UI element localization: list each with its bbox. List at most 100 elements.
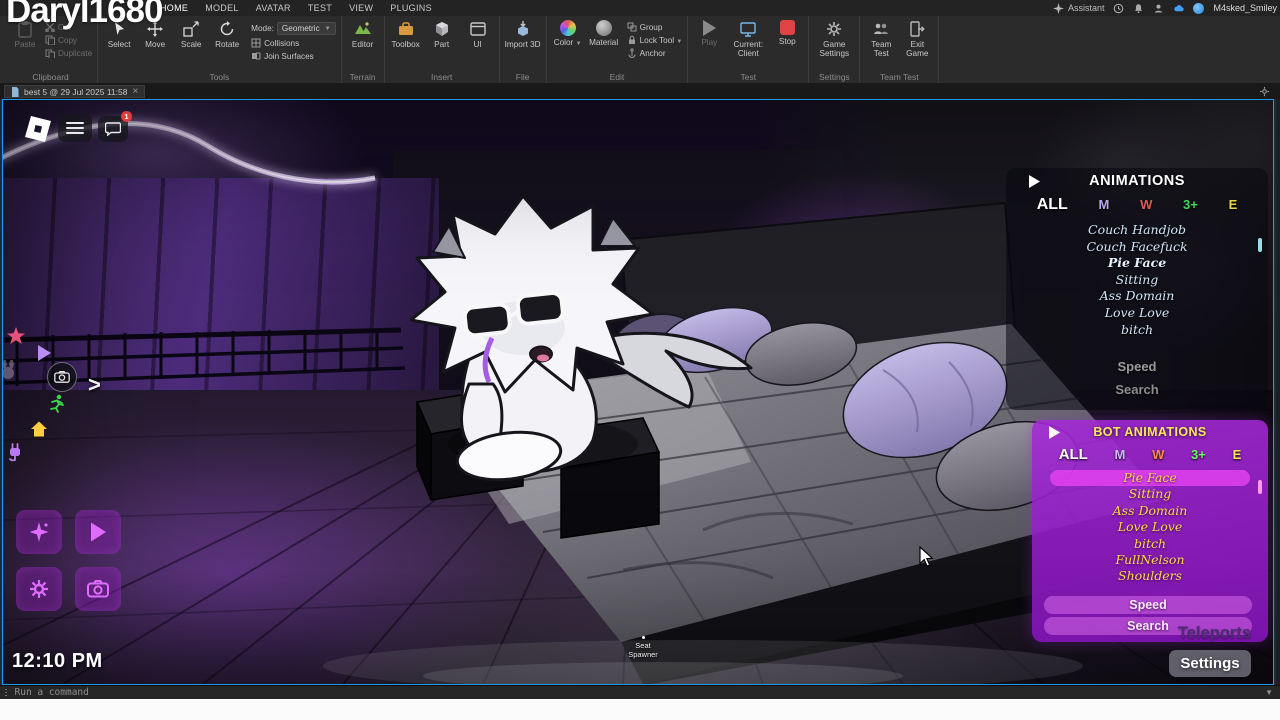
panel-play-icon[interactable] (1028, 174, 1041, 189)
account-avatar[interactable] (1193, 3, 1204, 14)
filter-all[interactable]: ALL (1059, 446, 1088, 463)
filter-e[interactable]: E (1233, 447, 1242, 462)
duplicate-button[interactable]: Duplicate (45, 48, 92, 58)
stop-button[interactable]: Stop (771, 20, 803, 46)
import-3d-button[interactable]: Import 3D (505, 20, 541, 49)
drag-handle-icon[interactable] (5, 689, 7, 697)
collisions-toggle[interactable]: Collisions (251, 38, 335, 48)
group-caption: Team Test (860, 72, 938, 82)
pet-icon[interactable] (2, 360, 16, 380)
assistant-button[interactable]: Assistant (1053, 3, 1105, 14)
select-tool-button[interactable]: Select (103, 20, 135, 49)
animation-item[interactable]: Couch Handjob (1006, 222, 1268, 239)
animation-item[interactable]: Couch Facefuck (1006, 239, 1268, 256)
terrain-editor-button[interactable]: Editor (347, 20, 379, 49)
document-tab[interactable]: best 5 @ 29 Jul 2025 11:58 × (4, 85, 145, 98)
part-button[interactable]: Part (426, 20, 458, 49)
screenshot-button[interactable] (75, 567, 121, 611)
command-input[interactable]: Run a command (15, 687, 89, 698)
filter-3plus[interactable]: 3+ (1191, 447, 1206, 462)
tab-test[interactable]: TEST (308, 3, 332, 13)
bell-icon[interactable] (1133, 3, 1144, 14)
move-tool-button[interactable]: Move (139, 20, 171, 49)
bot-animation-item-selected[interactable]: Pie Face (1050, 470, 1250, 486)
filter-all[interactable]: ALL (1037, 196, 1068, 214)
bot-animation-item[interactable]: Sitting (1032, 486, 1268, 502)
animation-item[interactable]: bitch (1006, 322, 1268, 339)
viewport-options-icon[interactable] (1259, 86, 1270, 97)
game-settings-button[interactable]: Game Settings (814, 20, 854, 58)
panel-play-icon[interactable] (1048, 425, 1061, 440)
filter-m[interactable]: M (1115, 447, 1126, 462)
bot-animation-item[interactable]: Love Love (1032, 519, 1268, 535)
sprint-runner-icon[interactable] (47, 394, 67, 414)
animation-item[interactable]: Pie Face (1006, 255, 1268, 272)
tab-plugins[interactable]: PLUGINS (390, 3, 432, 13)
mode-dropdown[interactable]: Mode: Geometric▼ (251, 22, 335, 35)
tab-home[interactable]: HOME (160, 3, 188, 13)
paste-button[interactable]: Paste (9, 20, 41, 49)
bot-animation-item[interactable]: bitch (1032, 536, 1268, 552)
scrollbar-thumb[interactable] (1258, 480, 1262, 494)
lock-tool-button[interactable]: Lock Tool ▼ (627, 35, 683, 45)
color-button[interactable]: Color ▼ (552, 20, 584, 48)
bot-animation-item[interactable]: Ass Domain (1032, 503, 1268, 519)
toolbox-button[interactable]: Toolbox (390, 20, 422, 49)
exit-game-button[interactable]: Exit Game (901, 20, 933, 58)
filter-3plus[interactable]: 3+ (1183, 197, 1198, 212)
history-icon[interactable] (1113, 3, 1124, 14)
current-mode-dropdown[interactable]: Current:Client (729, 20, 767, 58)
animation-item[interactable]: Love Love (1006, 305, 1268, 322)
chat-button[interactable]: 1 (98, 116, 128, 142)
bot-animation-item[interactable]: Shoulders (1032, 568, 1268, 582)
tab-avatar[interactable]: AVATAR (256, 3, 291, 13)
scrollbar-thumb[interactable] (1258, 238, 1262, 252)
play-button[interactable]: Play (693, 20, 725, 47)
scale-tool-button[interactable]: Scale (175, 20, 207, 49)
filter-m[interactable]: M (1099, 197, 1110, 212)
media-play-button[interactable] (75, 510, 121, 554)
animation-item[interactable]: Ass Domain (1006, 288, 1268, 305)
copy-label: Copy (58, 36, 77, 45)
filter-e[interactable]: E (1229, 197, 1238, 212)
copy-button[interactable]: Copy (45, 35, 92, 45)
account-username[interactable]: M4sked_Smiley (1213, 3, 1277, 13)
expand-chevron-button[interactable]: > (88, 372, 101, 398)
speed-control[interactable]: Speed (1006, 359, 1268, 374)
anchor-button[interactable]: Anchor (627, 48, 683, 58)
filter-w[interactable]: W (1140, 197, 1152, 212)
bot-speed-control[interactable]: Speed (1044, 596, 1252, 614)
game-viewport[interactable]: 1 > (2, 99, 1274, 685)
camera-button[interactable] (47, 362, 77, 392)
effects-button[interactable] (16, 510, 62, 554)
teleports-button[interactable]: Teleports (1121, 624, 1251, 643)
tab-view[interactable]: VIEW (349, 3, 373, 13)
game-hud: 1 > (3, 100, 1273, 684)
ui-label: UI (474, 40, 482, 49)
group-caption: Settings (809, 72, 859, 82)
search-control[interactable]: Search (1006, 382, 1268, 397)
emote-flower-icon[interactable] (6, 326, 26, 346)
settings-button[interactable]: Settings (1169, 650, 1251, 677)
team-test-button[interactable]: Team Test (865, 20, 897, 58)
user-icon[interactable] (1153, 3, 1164, 14)
close-icon[interactable]: × (132, 87, 138, 97)
rotate-tool-button[interactable]: Rotate (211, 20, 243, 49)
home-icon[interactable] (29, 420, 49, 438)
ui-button[interactable]: UI (462, 20, 494, 49)
radial-play-icon[interactable] (36, 344, 52, 362)
plug-icon[interactable] (5, 442, 25, 462)
hamburger-menu-button[interactable] (58, 114, 92, 142)
join-surfaces-toggle[interactable]: Join Surfaces (251, 51, 335, 61)
bot-animation-item[interactable]: FullNelson (1032, 552, 1268, 568)
material-button[interactable]: Material (588, 20, 620, 47)
tab-model[interactable]: MODEL (205, 3, 239, 13)
group-button[interactable]: Group (627, 22, 683, 32)
filter-w[interactable]: W (1152, 447, 1164, 462)
cut-button[interactable]: Cut (45, 22, 92, 32)
chevron-down-icon[interactable]: ▼ (1265, 688, 1273, 697)
roblox-menu-button[interactable] (24, 115, 52, 143)
animation-item[interactable]: Sitting (1006, 272, 1268, 289)
options-gear-button[interactable] (16, 567, 62, 611)
cloud-icon[interactable] (1173, 3, 1184, 14)
